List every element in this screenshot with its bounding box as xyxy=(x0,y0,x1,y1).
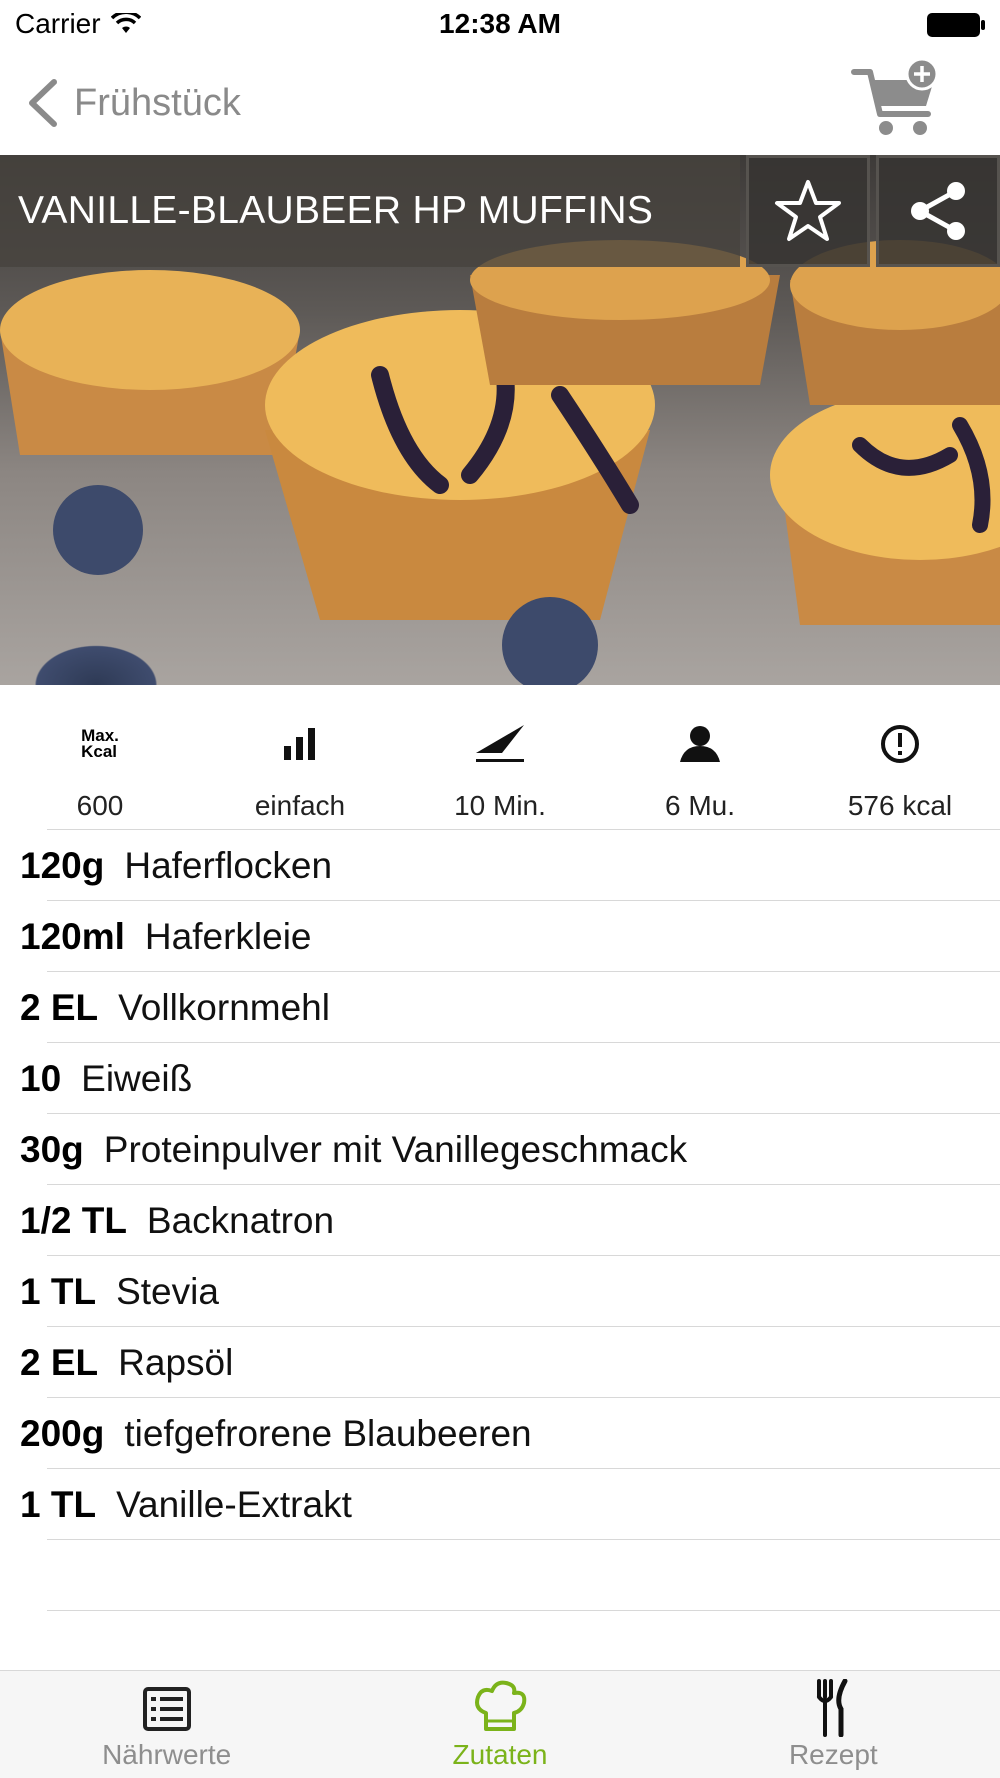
ingredient-name: Vanille-Extrakt xyxy=(116,1483,352,1525)
servings-value: 6 Mu. xyxy=(664,790,736,821)
list-item[interactable]: 200g tiefgefrorene Blaubeeren xyxy=(0,1398,1000,1469)
difficulty-bars-icon xyxy=(284,728,315,760)
back-button[interactable]: Frühstück xyxy=(26,75,241,131)
fork-knife-icon xyxy=(817,1679,848,1737)
recipe-title: VANILLE-BLAUBEER HP MUFFINS xyxy=(18,189,654,232)
max-kcal-value: 600 xyxy=(76,790,124,821)
list-item[interactable]: 1 TL Vanille-Extrakt xyxy=(0,1469,1000,1540)
tab-zutaten[interactable]: Zutaten xyxy=(333,1671,666,1778)
share-icon xyxy=(911,182,965,240)
status-time: 12:38 AM xyxy=(439,8,561,39)
ingredient-name: Rapsöl xyxy=(118,1341,234,1383)
ingredient-qty: 2 EL xyxy=(20,1341,99,1383)
share-button[interactable] xyxy=(876,155,1000,267)
list-item[interactable]: 2 EL Vollkornmehl xyxy=(0,972,1000,1043)
ingredients-list: 120g Haferflocken 120ml Haferkleie 2 EL Vol… xyxy=(0,830,1000,1611)
list-item[interactable]: 120ml Haferkleie xyxy=(0,901,1000,972)
ingredient-qty: 1 TL xyxy=(20,1270,97,1312)
list-item[interactable]: 120g Haferflocken xyxy=(0,830,1000,901)
list-icon xyxy=(142,1687,191,1731)
alert-circle-icon xyxy=(881,725,919,763)
ingredient-name: Vollkornmehl xyxy=(118,986,330,1028)
list-item[interactable]: 1 TL Stevia xyxy=(0,1256,1000,1327)
ingredient-name: Eiweiß xyxy=(81,1057,193,1099)
max-kcal-icon: Max. Kcal xyxy=(81,726,119,761)
ingredient-name: Backnatron xyxy=(146,1199,335,1241)
ingredient-name: Haferkleie xyxy=(144,915,312,957)
info-time: 10 Min. xyxy=(400,720,600,825)
ingredient-qty: 200g xyxy=(20,1412,105,1454)
ingredient-qty: 120ml xyxy=(20,915,125,957)
title-box: VANILLE-BLAUBEER HP MUFFINS xyxy=(0,155,740,267)
difficulty-value: einfach xyxy=(254,790,346,821)
ingredient-qty: 2 EL xyxy=(20,986,99,1028)
recipe-hero-image: VANILLE-BLAUBEER HP MUFFINS xyxy=(0,155,1000,685)
chevron-left-icon xyxy=(29,79,57,127)
tab-naehrwerte[interactable]: Nährwerte xyxy=(0,1671,333,1778)
nav-bar: Frühstück xyxy=(0,50,1000,155)
tab-label: Zutaten xyxy=(452,1739,548,1770)
tab-label: Rezept xyxy=(788,1739,878,1770)
tab-bar: Nährwerte Zutaten Rezept xyxy=(0,1670,1000,1778)
list-item[interactable]: 1/2 TL Backnatron xyxy=(0,1185,1000,1256)
list-item[interactable]: 10 Eiweiß xyxy=(0,1043,1000,1114)
person-icon xyxy=(680,726,720,762)
battery-icon xyxy=(927,13,985,37)
kcal-value: 576 kcal xyxy=(847,790,953,821)
time-value: 10 Min. xyxy=(454,790,546,821)
info-kcal: 576 kcal xyxy=(800,720,1000,825)
back-label: Frühstück xyxy=(74,81,241,124)
tab-label: Nährwerte xyxy=(102,1739,232,1770)
list-item-empty xyxy=(0,1540,1000,1611)
title-bar: VANILLE-BLAUBEER HP MUFFINS xyxy=(0,155,1000,267)
ingredient-qty: 30g xyxy=(20,1128,84,1170)
ingredient-qty: 1/2 TL xyxy=(20,1199,127,1241)
info-max-kcal: Max. Kcal 600 xyxy=(0,720,200,825)
knife-icon xyxy=(476,725,524,762)
list-item[interactable]: 2 EL Rapsöl xyxy=(0,1327,1000,1398)
ingredient-name: tiefgefrorene Blaubeeren xyxy=(124,1412,532,1454)
cart-plus-icon[interactable] xyxy=(850,58,945,143)
info-servings: 6 Mu. xyxy=(600,720,800,825)
star-icon xyxy=(775,180,841,241)
ingredient-name: Proteinpulver mit Vanillegeschmack xyxy=(103,1128,688,1170)
tab-rezept[interactable]: Rezept xyxy=(667,1671,1000,1778)
favorite-button[interactable] xyxy=(746,155,870,267)
ingredient-qty: 1 TL xyxy=(20,1483,97,1525)
status-bar: Carrier 12:38 AM xyxy=(0,0,1000,50)
info-difficulty: einfach xyxy=(200,720,400,825)
ingredient-qty: 10 xyxy=(20,1057,62,1099)
chef-hat-icon xyxy=(474,1680,527,1731)
ingredient-name: Haferflocken xyxy=(124,844,333,886)
ingredient-qty: 120g xyxy=(20,844,105,886)
recipe-info-row: Max. Kcal 600 einfach 10 Min. 6 Mu. 576 … xyxy=(0,720,1000,825)
ingredient-name: Stevia xyxy=(116,1270,219,1312)
list-item[interactable]: 30g Proteinpulver mit Vanillegeschmack xyxy=(0,1114,1000,1185)
